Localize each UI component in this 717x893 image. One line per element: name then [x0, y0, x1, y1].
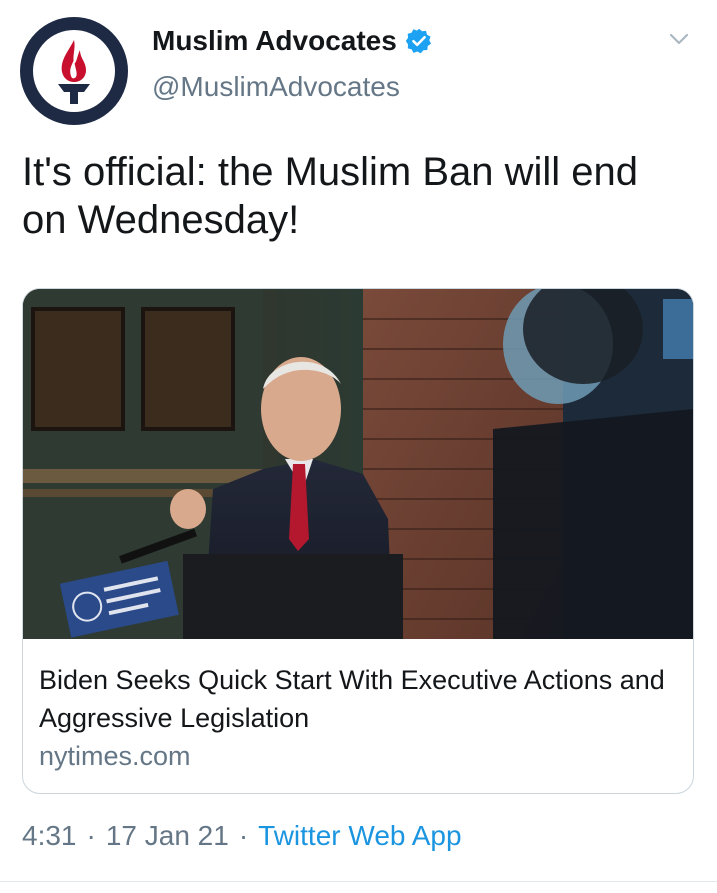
tweet: Muslim Advocates @MuslimAdvocates It's o…	[0, 0, 717, 893]
display-name-row: Muslim Advocates	[152, 22, 433, 60]
meta-separator: ·	[238, 820, 249, 851]
handle[interactable]: @MuslimAdvocates	[152, 71, 433, 103]
verified-badge-icon	[405, 27, 433, 55]
meta-separator: ·	[86, 820, 96, 851]
torch-logo-icon	[58, 40, 90, 104]
tweet-source-link[interactable]: Twitter Web App	[258, 820, 461, 852]
card-domain: nytimes.com	[39, 741, 191, 771]
card-title[interactable]: Biden Seeks Quick Start With Executive A…	[39, 661, 679, 737]
divider	[0, 881, 717, 882]
avatar-inner	[33, 30, 115, 112]
card-image[interactable]	[23, 289, 693, 639]
news-photo	[23, 289, 693, 639]
tweet-text: It's official: the Muslim Ban will end o…	[22, 150, 639, 242]
chevron-down-icon[interactable]	[667, 27, 691, 51]
user-block: Muslim Advocates @MuslimAdvocates	[152, 22, 433, 103]
display-name[interactable]: Muslim Advocates	[152, 25, 397, 57]
tweet-meta: 4:31 · 17 Jan 21 · Twitter Web App	[22, 820, 462, 852]
tweet-time[interactable]: 4:31	[22, 820, 77, 852]
link-card[interactable]: Biden Seeks Quick Start With Executive A…	[22, 288, 694, 794]
tweet-date[interactable]: 17 Jan 21	[106, 820, 229, 852]
avatar[interactable]	[20, 17, 128, 125]
